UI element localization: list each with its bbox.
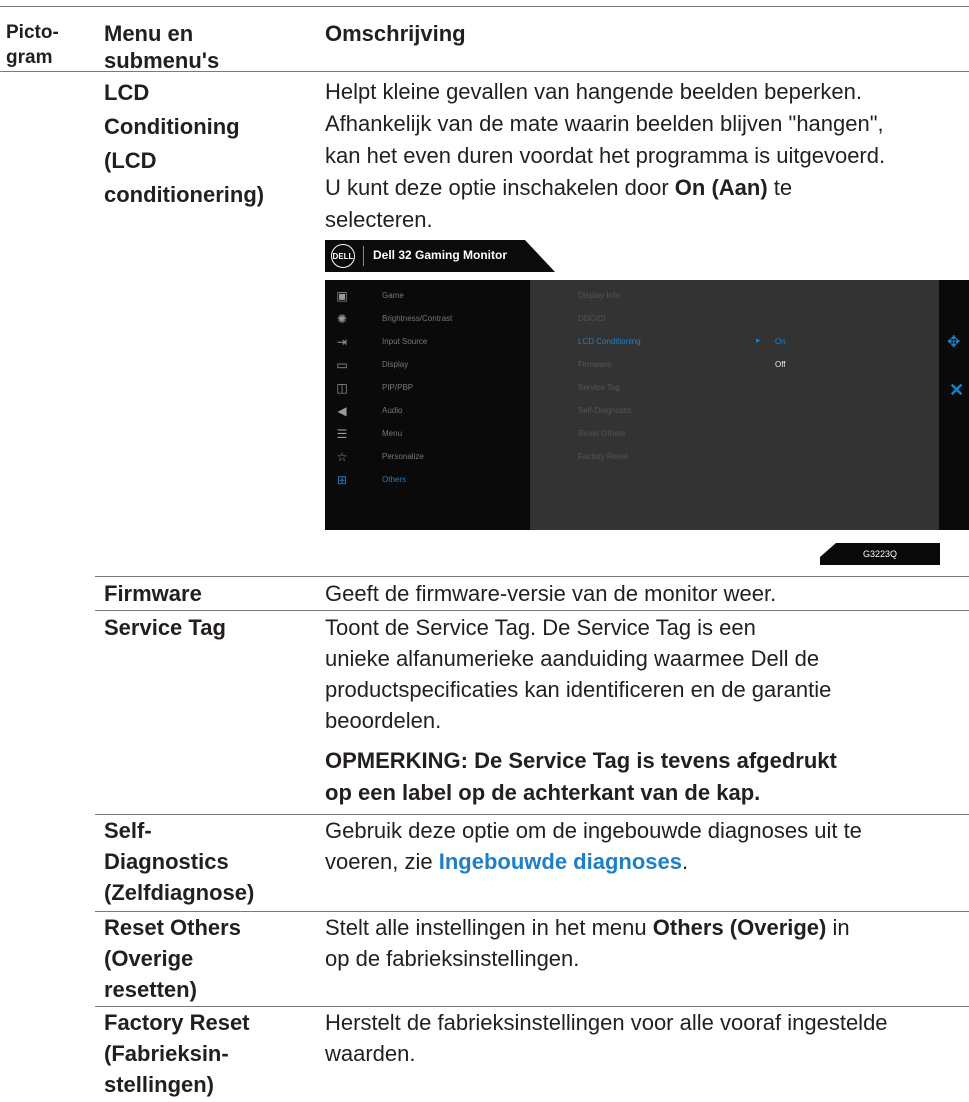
osd-title: Dell 32 Gaming Monitor — [373, 248, 508, 262]
osd-submenu-item[interactable]: DDC/CI — [578, 314, 606, 323]
osd-screenshot: DELL Dell 32 Gaming Monitor ▣ Game ✺ Bright… — [325, 240, 969, 565]
reset-others-name: Reset Others (Overige resetten) — [104, 915, 241, 1002]
osd-menu-item[interactable]: ⊞ Others — [335, 470, 525, 493]
osd-menu-item[interactable]: ◀ Audio — [335, 401, 525, 424]
osd-menu-label: Menu — [382, 429, 403, 438]
osd-menu-item[interactable]: ☆ Personalize — [335, 447, 525, 470]
osd-option-on[interactable]: On — [775, 337, 786, 346]
self-diagnostics-name: Self- Diagnostics (Zelfdiagnose) — [104, 818, 255, 905]
osd-option-off[interactable]: Off — [775, 360, 786, 369]
factory-reset-description: Herstelt de fabrieksinstellingen voor al… — [325, 1010, 888, 1066]
osd-menu-item[interactable]: ⇥ Input Source — [335, 332, 525, 355]
game-icon: ▣ — [336, 289, 348, 303]
osd-side-controls: ✥ ✕ — [939, 280, 969, 530]
osd-menu-item[interactable]: ◫ PIP/PBP — [335, 378, 525, 401]
osd-menu-label: Audio — [382, 406, 403, 415]
osd-menu-label: Game — [382, 291, 404, 300]
firmware-description: Geeft de firmware-versie van de monitor … — [325, 581, 777, 606]
brightness-icon: ✺ — [336, 312, 348, 326]
service-tag-name: Service Tag — [104, 615, 226, 640]
pip-pbp-icon: ◫ — [336, 381, 348, 395]
osd-submenu-item[interactable]: Self-Diagnostic — [578, 406, 632, 415]
close-icon[interactable]: ✕ — [949, 380, 964, 401]
osd-title-bar: DELL Dell 32 Gaming Monitor — [325, 240, 555, 272]
lcd-conditioning-name: LCD Conditioning (LCD conditionering) — [104, 80, 265, 207]
navigate-icon[interactable]: ✥ — [947, 332, 960, 352]
row-rule — [95, 576, 969, 577]
menu-icon: ☰ — [336, 427, 348, 441]
self-diagnostics-description: Gebruik deze optie om de ingebouwde diag… — [325, 818, 862, 874]
osd-menu-item[interactable]: ☰ Menu — [335, 424, 525, 447]
osd-submenu-item[interactable]: Reset Others — [578, 429, 625, 438]
row-rule — [95, 610, 969, 611]
osd-submenu-item[interactable]: LCD Conditioning — [578, 337, 641, 346]
dell-logo: DELL — [331, 244, 355, 268]
factory-reset-name: Factory Reset (Fabrieksin-stellingen) — [104, 1010, 250, 1097]
personalize-icon: ☆ — [336, 450, 348, 464]
osd-submenu-item[interactable]: Factory Reset — [578, 452, 628, 461]
lcd-conditioning-description: Helpt kleine gevallen van hangende beeld… — [325, 79, 886, 232]
osd-main-panel: ▣ Game ✺ Brightness/Contrast ⇥ Input Source ▭ D… — [325, 280, 940, 530]
osd-menu-item[interactable]: ✺ Brightness/Contrast — [335, 309, 525, 332]
reset-others-description: Stelt alle instellingen in het menu Othe… — [325, 915, 850, 971]
osd-submenu-item[interactable]: Firmware — [578, 360, 611, 369]
builtin-diagnostics-link[interactable]: Ingebouwde diagnoses — [439, 849, 682, 874]
osd-menu-label: Others — [382, 475, 407, 484]
osd-submenu-panel: Display Info DDC/CI LCD Conditioning Firmwa… — [530, 280, 940, 530]
osd-menu-item[interactable]: ▭ Display — [335, 355, 525, 378]
header-pictogram: Picto-gram — [6, 22, 59, 68]
table-top-rule — [0, 6, 969, 7]
others-icon: ⊞ — [336, 473, 348, 487]
firmware-name: Firmware — [104, 581, 202, 606]
osd-menu-label: Display — [382, 360, 409, 369]
header-rule — [0, 71, 969, 72]
osd-submenu-item[interactable]: Service Tag — [578, 383, 620, 392]
osd-title-separator — [363, 246, 364, 266]
osd-menu-label: Personalize — [382, 452, 424, 461]
osd-menu-label: Input Source — [382, 337, 428, 346]
header-description: Omschrijving — [325, 21, 466, 46]
service-tag-note: OPMERKING: De Service Tag is tevens afge… — [325, 748, 837, 805]
audio-icon: ◀ — [337, 404, 347, 418]
osd-menu-label: Brightness/Contrast — [382, 314, 453, 323]
display-icon: ▭ — [336, 358, 348, 372]
osd-menu-item[interactable]: ▣ Game — [335, 286, 525, 309]
osd-menu-label: PIP/PBP — [382, 383, 414, 392]
model-badge: G3223Q — [820, 543, 940, 565]
selection-arrow-icon: ▸ — [756, 335, 761, 345]
header-menu: Menu en submenu's — [104, 21, 220, 73]
service-tag-description: Toont de Service Tag. De Service Tag is … — [325, 615, 832, 733]
input-source-icon: ⇥ — [336, 335, 348, 349]
osd-submenu-item[interactable]: Display Info — [578, 291, 620, 300]
